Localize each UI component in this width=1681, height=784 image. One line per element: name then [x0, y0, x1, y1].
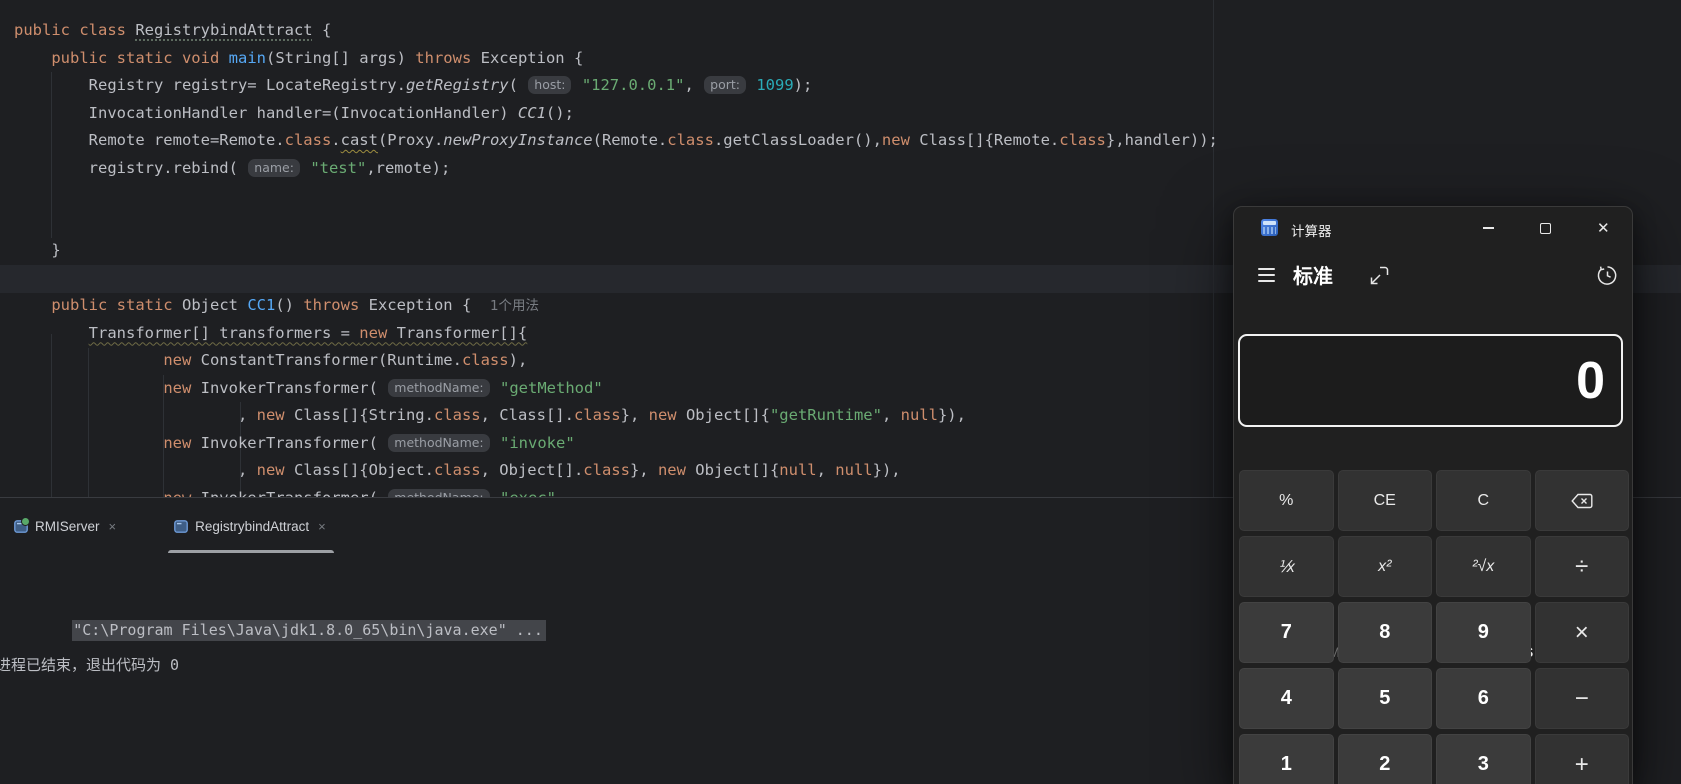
code-line[interactable]: InvocationHandler handler=(InvocationHan… — [14, 100, 574, 128]
calculator-app-icon — [1261, 219, 1278, 236]
key-÷[interactable]: ÷ — [1535, 536, 1630, 597]
console-line-command[interactable]: "C:\Program Files\Java\jdk1.8.0_65\bin\j… — [0, 599, 546, 662]
key-1[interactable]: 1 — [1239, 734, 1334, 784]
tab-label: RMIServer — [35, 519, 100, 534]
key-3[interactable]: 3 — [1436, 734, 1531, 784]
calculator-titlebar[interactable]: 计算器 ✕ — [1234, 207, 1632, 249]
key-4[interactable]: 4 — [1239, 668, 1334, 729]
key-x²[interactable]: x² — [1338, 536, 1433, 597]
display-value: 0 — [1576, 355, 1605, 407]
keep-on-top-icon[interactable] — [1368, 265, 1390, 287]
code-line[interactable]: public static Object CC1() throws Except… — [14, 292, 539, 320]
key-8[interactable]: 8 — [1338, 602, 1433, 663]
key-⅟x[interactable]: ⅟x — [1239, 536, 1334, 597]
right-margin-guide — [1213, 0, 1214, 497]
console-tab-icon — [174, 520, 188, 533]
key-×[interactable]: × — [1535, 602, 1630, 663]
key-6[interactable]: 6 — [1436, 668, 1531, 729]
close-icon: ✕ — [1597, 221, 1610, 236]
maximize-icon — [1540, 223, 1551, 234]
code-line[interactable]: new InvokerTransformer( methodName: "inv… — [14, 430, 575, 458]
code-line[interactable]: Transformer[] transformers = new Transfo… — [14, 320, 527, 348]
run-tabs: RMIServer × RegistrybindAttract × — [8, 498, 334, 554]
code-line[interactable]: Remote remote=Remote.class.cast(Proxy.ne… — [14, 127, 1218, 155]
code-line[interactable]: public class RegistrybindAttract { — [14, 17, 331, 45]
code-line[interactable]: registry.rebind( name: "test",remote); — [14, 155, 450, 183]
history-icon[interactable] — [1596, 264, 1619, 287]
key-%[interactable]: % — [1239, 470, 1334, 531]
key-⌫[interactable] — [1535, 470, 1630, 531]
code-line[interactable]: new InvokerTransformer( methodName: "get… — [14, 375, 603, 403]
run-tab-RMIServer[interactable]: RMIServer × — [8, 498, 124, 554]
calculator-display[interactable]: 0 — [1238, 334, 1623, 427]
calculator-navbar: 标准 — [1234, 253, 1632, 301]
hamburger-menu-icon[interactable] — [1258, 268, 1275, 282]
running-indicator — [21, 517, 30, 526]
key-²√x[interactable]: ²√x — [1436, 536, 1531, 597]
code-line[interactable]: public static void main(String[] args) t… — [14, 45, 583, 73]
minimize-icon — [1483, 227, 1494, 228]
key-+[interactable]: + — [1535, 734, 1630, 784]
console-line-exit: 进程已结束，退出代码为 0 — [0, 655, 179, 676]
code-line[interactable]: new ConstantTransformer(Runtime.class), — [14, 347, 527, 375]
calculator-title: 计算器 — [1291, 220, 1332, 240]
key-CE[interactable]: CE — [1338, 470, 1433, 531]
key-5[interactable]: 5 — [1338, 668, 1433, 729]
screen: public class RegistrybindAttract { publi… — [0, 0, 1681, 784]
key-2[interactable]: 2 — [1338, 734, 1433, 784]
code-line[interactable]: , new Class[]{Object.class, Object[].cla… — [14, 457, 901, 485]
console-tab-icon — [14, 520, 28, 533]
calculator-mode-label: 标准 — [1293, 260, 1333, 289]
code-line[interactable]: new InvokerTransformer( methodName: "exe… — [14, 485, 556, 498]
key-−[interactable]: − — [1535, 668, 1630, 729]
close-tab-icon[interactable]: × — [316, 520, 328, 533]
window-controls: ✕ — [1460, 207, 1632, 249]
run-tab-RegistrybindAttract[interactable]: RegistrybindAttract × — [168, 498, 334, 554]
code-line[interactable]: , new Class[]{String.class, Class[].clas… — [14, 402, 966, 430]
close-button[interactable]: ✕ — [1575, 207, 1632, 249]
calculator-window: 计算器 ✕ 标准 — [1233, 206, 1633, 784]
code-line[interactable]: } — [14, 237, 61, 265]
key-7[interactable]: 7 — [1239, 602, 1334, 663]
minimize-button[interactable] — [1460, 207, 1517, 249]
key-9[interactable]: 9 — [1436, 602, 1531, 663]
close-tab-icon[interactable]: × — [107, 520, 119, 533]
maximize-button[interactable] — [1517, 207, 1574, 249]
tab-label: RegistrybindAttract — [195, 519, 309, 534]
key-C[interactable]: C — [1436, 470, 1531, 531]
keypad: %CEC ⅟xx²²√x÷ 789× 456− 123+ — [1239, 470, 1629, 784]
code-line[interactable]: Registry registry= LocateRegistry.getReg… — [14, 72, 812, 100]
